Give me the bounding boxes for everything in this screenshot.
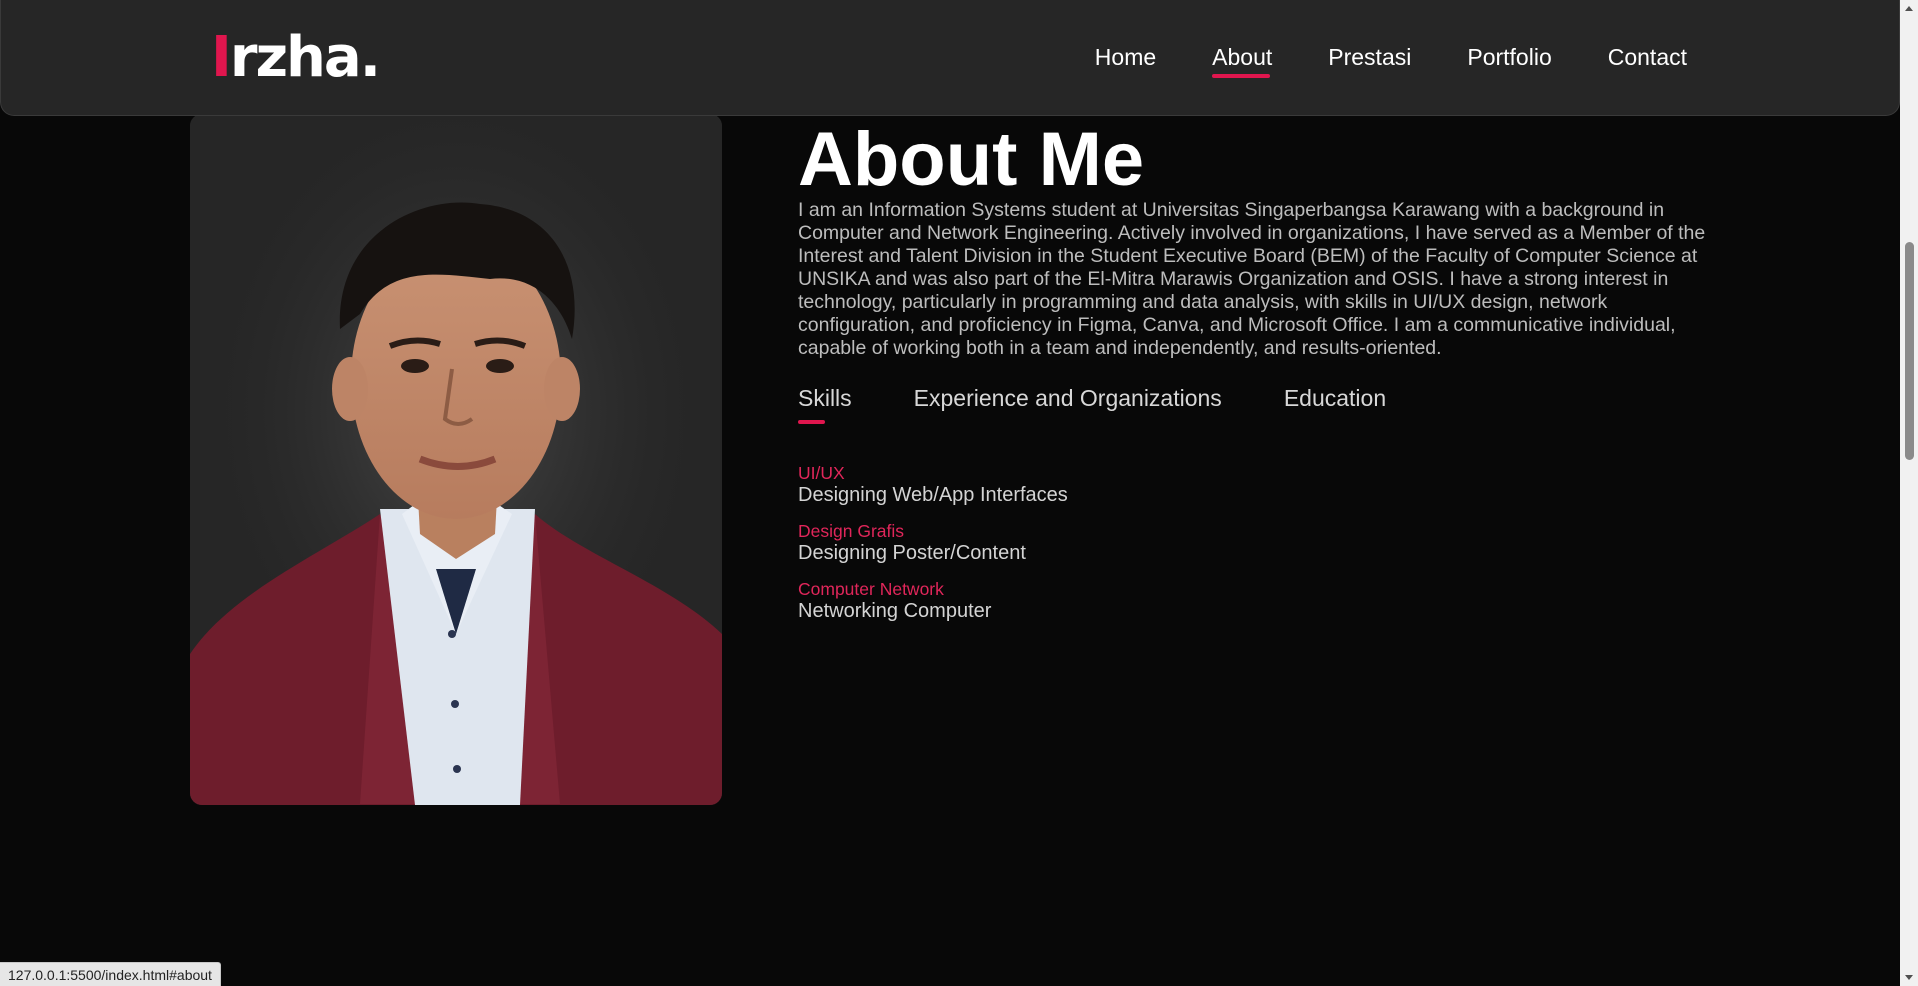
- skill-description: Designing Web/App Interfaces: [798, 484, 1068, 506]
- nav-contact-link[interactable]: Contact: [1608, 42, 1687, 72]
- about-tabs: Skills Experience and Organizations Educ…: [798, 384, 1386, 424]
- page-scrollbar[interactable]: [1900, 0, 1918, 986]
- logo-first-letter: I: [211, 25, 232, 90]
- about-title: About Me: [798, 117, 1145, 202]
- skill-name: Design Grafis: [798, 521, 905, 541]
- logo-text: rzha.: [229, 25, 381, 90]
- nav-about-link[interactable]: About: [1212, 42, 1272, 78]
- skills-list: UI/UX Designing Web/App Interfaces Desig…: [798, 462, 1068, 636]
- scrollbar-thumb[interactable]: [1905, 242, 1914, 460]
- nav-links: Home About Prestasi Portfolio Contact: [1095, 42, 1687, 78]
- skill-item: UI/UX Designing Web/App Interfaces: [798, 462, 1068, 506]
- tab-skills[interactable]: Skills: [798, 384, 852, 424]
- skill-item: Computer Network Networking Computer: [798, 578, 1068, 622]
- nav-home-link[interactable]: Home: [1095, 42, 1156, 72]
- site-logo[interactable]: Irzha.: [211, 22, 381, 94]
- skill-item: Design Grafis Designing Poster/Content: [798, 520, 1068, 564]
- skill-name: UI/UX: [798, 463, 845, 483]
- navbar: Irzha. Home About Prestasi Portfolio Con…: [0, 0, 1900, 116]
- scroll-down-arrow-icon[interactable]: [1905, 975, 1913, 980]
- tab-education[interactable]: Education: [1284, 384, 1386, 412]
- about-description: I am an Information Systems student at U…: [798, 199, 1706, 359]
- nav-portfolio-link[interactable]: Portfolio: [1467, 42, 1551, 72]
- profile-photo: [190, 114, 722, 805]
- nav-prestasi-link[interactable]: Prestasi: [1328, 42, 1411, 72]
- skill-name: Computer Network: [798, 579, 944, 599]
- skill-description: Networking Computer: [798, 600, 992, 622]
- profile-photo-illustration: [190, 114, 722, 805]
- tab-experience[interactable]: Experience and Organizations: [914, 384, 1222, 412]
- status-bar-url: 127.0.0.1:5500/index.html#about: [0, 962, 221, 986]
- skill-description: Designing Poster/Content: [798, 542, 1026, 564]
- scroll-up-arrow-icon[interactable]: [1905, 6, 1913, 11]
